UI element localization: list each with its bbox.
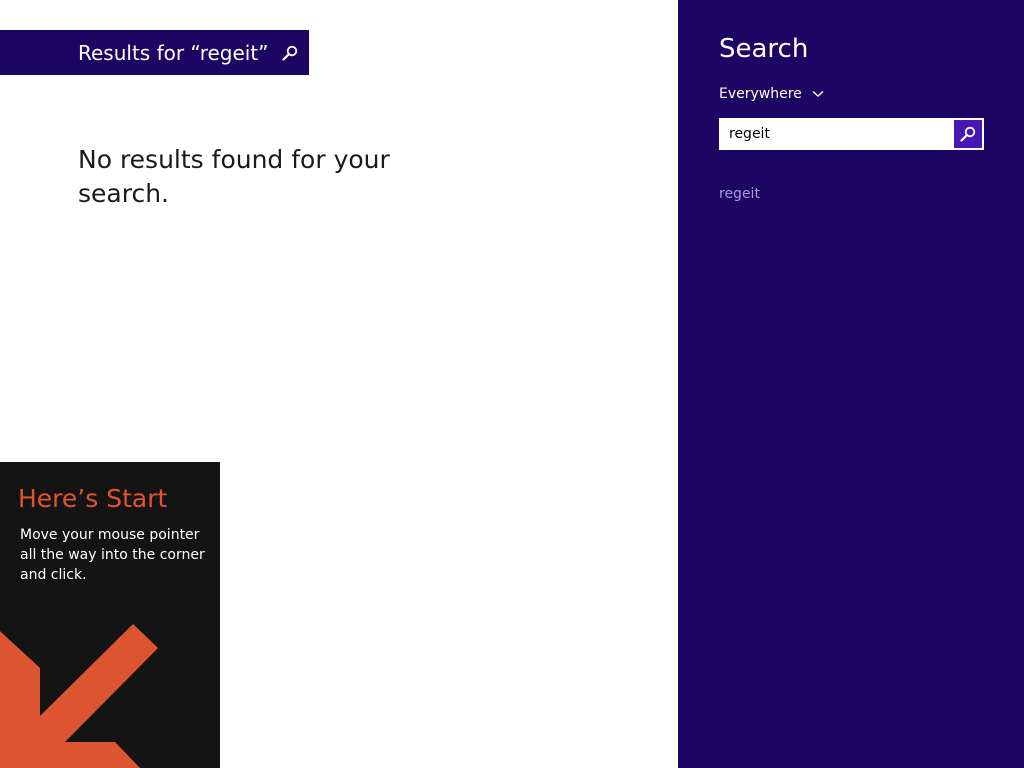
search-pane-title: Search bbox=[719, 34, 809, 64]
start-tip-body: Move your mouse pointer all the way into… bbox=[20, 527, 205, 583]
search-icon bbox=[960, 126, 976, 142]
search-icon bbox=[281, 44, 299, 62]
search-scope-label: Everywhere bbox=[719, 86, 802, 102]
search-button[interactable] bbox=[954, 120, 982, 148]
search-box bbox=[719, 118, 984, 150]
start-tip-title: Here’s Start bbox=[18, 484, 168, 513]
no-results-message: No results found for your search. bbox=[78, 145, 390, 208]
screen: Results for “regeit” No results found fo… bbox=[0, 0, 1024, 768]
results-header[interactable]: Results for “regeit” bbox=[0, 30, 309, 75]
arrow-down-left-icon bbox=[0, 610, 220, 768]
results-title: Results for “regeit” bbox=[78, 40, 269, 65]
search-suggestion[interactable]: regeit bbox=[719, 186, 760, 202]
chevron-down-icon bbox=[812, 90, 824, 98]
search-scope-dropdown[interactable]: Everywhere bbox=[719, 86, 824, 102]
search-input[interactable] bbox=[720, 119, 953, 149]
search-pane: Search Everywhere regeit bbox=[678, 0, 1024, 768]
start-tip: Here’s Start Move your mouse pointer all… bbox=[0, 462, 220, 768]
